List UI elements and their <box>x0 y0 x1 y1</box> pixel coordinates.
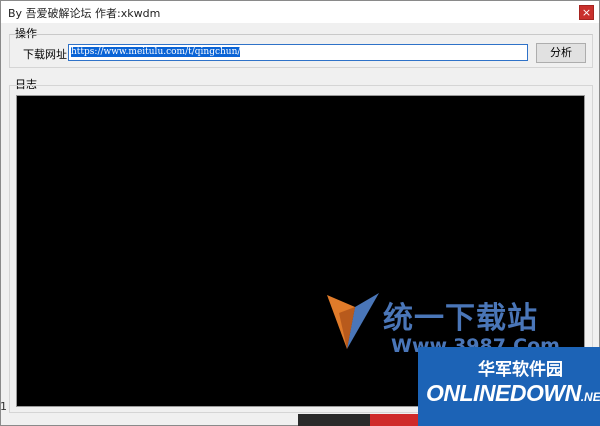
watermark-onlinedown-suffix: .NET <box>580 390 600 404</box>
url-input-value: https://www.meitulu.com/t/qingchun/ <box>71 47 241 57</box>
watermark-onlinedown: 华军软件园 ONLINEDOWN.NET <box>418 347 600 426</box>
watermark-3987-name: 统一下载站 <box>383 301 538 336</box>
window-title: By 吾爱破解论坛 作者:xkwdm <box>8 7 161 20</box>
edge-text: 1 <box>0 400 7 413</box>
url-label: 下载网址: <box>23 48 71 61</box>
url-input[interactable]: https://www.meitulu.com/t/qingchun/ <box>68 44 528 61</box>
analyze-button[interactable]: 分析 <box>536 43 586 63</box>
close-button[interactable]: × <box>579 5 594 20</box>
3987-logo-icon <box>327 293 379 349</box>
watermark-onlinedown-en: ONLINEDOWN.NET <box>426 380 600 407</box>
watermark-onlinedown-en-text: ONLINEDOWN <box>426 380 581 406</box>
close-icon: × <box>581 6 592 19</box>
background-strip-dark <box>298 414 370 426</box>
background-strip-red <box>370 414 418 426</box>
watermark-onlinedown-cn: 华军软件园 <box>478 360 563 380</box>
title-bar[interactable]: By 吾爱破解论坛 作者:xkwdm × <box>1 1 599 23</box>
